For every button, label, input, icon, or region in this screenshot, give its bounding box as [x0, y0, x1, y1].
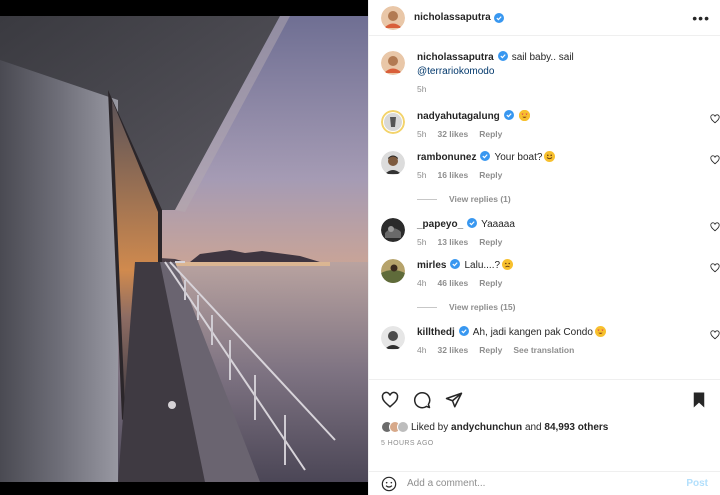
verified-badge-icon — [450, 259, 461, 269]
heart-eyes-emoji-icon — [518, 110, 530, 121]
comment-bubble-icon[interactable] — [413, 391, 431, 409]
comment-input[interactable] — [407, 478, 687, 489]
see-translation-button[interactable]: See translation — [513, 345, 574, 355]
heart-eyes-emoji-icon — [594, 326, 606, 337]
post-actions: Liked by andychunchun and 84,993 others … — [369, 379, 720, 447]
comment-time[interactable]: 5h — [417, 129, 426, 139]
comment-like-heart-icon[interactable] — [710, 114, 720, 124]
reply-button[interactable]: Reply — [479, 345, 502, 355]
comment-time[interactable]: 4h — [417, 345, 426, 355]
comment-text: Lalu....? — [464, 260, 501, 271]
reply-button[interactable]: Reply — [479, 237, 502, 247]
reply-button[interactable]: Reply — [479, 278, 502, 288]
post-photo[interactable] — [0, 0, 368, 495]
comment-likes[interactable]: 46 likes — [437, 278, 468, 288]
liked-by-user[interactable]: andychunchun — [451, 422, 522, 433]
caption-time[interactable]: 5h — [417, 84, 426, 94]
comment-text: Ah, jadi kangen pak Condo — [472, 327, 593, 338]
commenter-username[interactable]: _papeyo_ — [417, 219, 463, 230]
liked-by-prefix: Liked by — [411, 421, 449, 433]
caption-text: sail baby.. sail — [511, 52, 574, 63]
liked-by-middle: and — [524, 421, 542, 433]
verified-badge-icon — [497, 51, 508, 61]
liked-by-summary: Liked by andychunchun and 84,993 others — [381, 421, 708, 433]
verified-badge-icon — [467, 218, 478, 228]
commenter-username[interactable]: mirles — [417, 260, 446, 271]
verified-badge-icon — [503, 110, 514, 120]
caption: nicholassaputra sail baby.. sail @terrari… — [381, 51, 720, 94]
comment-like-heart-icon[interactable] — [710, 330, 720, 340]
view-replies-button[interactable]: View replies (15) — [417, 302, 720, 312]
commenter-username[interactable]: nadyahutagalung — [417, 111, 500, 122]
commenter-avatar[interactable] — [381, 110, 405, 134]
comment-likes[interactable]: 13 likes — [437, 237, 468, 247]
author-avatar[interactable] — [381, 5, 405, 30]
sunset-boat-photo — [0, 0, 368, 495]
comment-item: _papeyo_ Yaaaaa 5h 13 likes Reply — [381, 218, 720, 247]
more-options-icon[interactable]: ••• — [692, 11, 710, 25]
post-comment-button[interactable]: Post — [686, 478, 708, 489]
comment-item: rambonunez Your boat? 5h 16 likes Reply — [381, 151, 720, 180]
verified-badge-icon — [493, 12, 504, 23]
comment-likes[interactable]: 16 likes — [437, 170, 468, 180]
view-replies-button[interactable]: View replies (1) — [417, 194, 720, 204]
add-comment-bar: Post — [369, 471, 720, 495]
smile-emoji-icon — [544, 151, 556, 162]
commenter-avatar[interactable] — [381, 326, 405, 350]
author-username[interactable]: nicholassaputra — [414, 12, 491, 23]
comment-item: killthedj Ah, jadi kangen pak Condo 4h 32… — [381, 326, 720, 355]
comment-like-heart-icon[interactable] — [710, 222, 720, 232]
verified-badge-icon — [458, 326, 469, 336]
post-detail-panel: nicholassaputra ••• nicholassaputra sail … — [368, 0, 720, 495]
view-replies-label: View replies (1) — [449, 194, 511, 204]
reply-button[interactable]: Reply — [479, 129, 502, 139]
comment-text: Yaaaaa — [481, 219, 515, 230]
replies-divider — [417, 198, 437, 200]
liked-by-avatars[interactable] — [381, 421, 409, 433]
commenter-avatar[interactable] — [381, 259, 405, 283]
comment-time[interactable]: 4h — [417, 278, 426, 288]
worried-emoji-icon — [502, 259, 514, 270]
post-timestamp[interactable]: 5 HOURS AGO — [381, 440, 708, 447]
caption-username[interactable]: nicholassaputra — [417, 52, 494, 63]
commenter-avatar[interactable] — [381, 151, 405, 175]
heart-outline-icon[interactable] — [381, 391, 399, 409]
caption-mention-link[interactable]: @terrariokomodo — [417, 65, 694, 79]
emoji-smiley-icon[interactable] — [381, 476, 397, 492]
replies-divider — [417, 306, 437, 308]
comments-list[interactable]: nicholassaputra sail baby.. sail @terrari… — [369, 36, 720, 378]
bookmark-filled-icon[interactable] — [690, 391, 708, 409]
liker-avatar — [397, 421, 409, 433]
verified-badge-icon — [480, 151, 491, 161]
post-header: nicholassaputra ••• — [369, 0, 720, 36]
comment-time[interactable]: 5h — [417, 170, 426, 180]
reply-button[interactable]: Reply — [479, 170, 502, 180]
comment-item: nadyahutagalung 5h 32 likes Reply — [381, 110, 720, 139]
view-replies-label: View replies (15) — [449, 302, 516, 312]
comment-time[interactable]: 5h — [417, 237, 426, 247]
comment-text: Your boat? — [494, 152, 543, 163]
comment-item: mirles Lalu....? 4h 46 likes Reply — [381, 259, 720, 288]
comment-likes[interactable]: 32 likes — [437, 129, 468, 139]
commenter-avatar[interactable] — [381, 218, 405, 242]
paper-plane-icon[interactable] — [445, 391, 463, 409]
author-avatar[interactable] — [381, 51, 405, 75]
commenter-username[interactable]: killthedj — [417, 327, 455, 338]
comment-like-heart-icon[interactable] — [710, 155, 720, 165]
likes-count[interactable]: 84,993 others — [544, 422, 608, 433]
comment-likes[interactable]: 32 likes — [437, 345, 468, 355]
commenter-username[interactable]: rambonunez — [417, 152, 476, 163]
comment-like-heart-icon[interactable] — [710, 263, 720, 273]
